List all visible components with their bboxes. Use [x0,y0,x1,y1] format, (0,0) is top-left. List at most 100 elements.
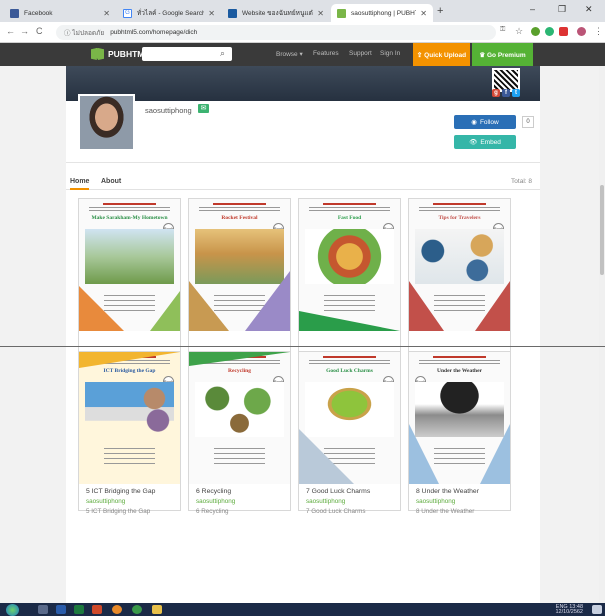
profile-panel: g f t saosuttiphong ✉ ◉ Follow 0 👁 Embed… [66,66,540,603]
publication-author[interactable]: saosuttiphong [86,498,176,505]
publication-title[interactable]: 7 Good Luck Charms [306,488,396,495]
cover-header [83,202,176,215]
key-icon[interactable]: ⚿ [500,26,505,34]
facebook-share-icon[interactable]: f [502,89,510,97]
extension-icon[interactable] [545,27,554,36]
scrollbar-thumb[interactable] [600,185,604,275]
new-tab-button[interactable]: + [437,5,443,17]
publication-title[interactable]: 8 Under the Weather [416,488,506,495]
embed-label: Embed [480,138,501,146]
browser-tab-facebook[interactable]: Facebook ✕ [4,4,116,22]
profile-username[interactable]: saosuttiphong [145,106,192,115]
start-icon[interactable] [6,604,19,616]
security-indicator[interactable]: ⓘ ไม่ปลอดภัย [64,27,104,38]
cover-title: ICT Bridging the Gap [103,368,156,374]
cover-corner [79,286,124,331]
cover-credits [104,444,155,468]
minimize-button[interactable]: – [530,4,535,14]
back-button[interactable]: ← [6,26,15,36]
maximize-button[interactable]: ❐ [558,4,566,15]
publication-author[interactable]: saosuttiphong [306,498,396,505]
nav-sign-in[interactable]: Sign In [380,50,400,57]
close-window-button[interactable]: ✕ [585,4,593,15]
cover-corner [245,271,290,331]
tab-about[interactable]: About [101,178,121,185]
cover-header [413,202,506,215]
publication-cover[interactable]: ICT Bridging the Gap Book 5 [79,352,180,484]
profile-tabs: Home About Total: 8 [66,175,540,190]
verified-icon: ✉ [198,104,209,113]
task-view-icon[interactable] [38,605,48,614]
publication-card[interactable]: Recycling Book 6 6 Recycling saosuttipho… [188,351,291,515]
close-icon[interactable]: ✕ [208,9,215,18]
publication-card[interactable]: Fast Food Book 3 [298,198,401,358]
address-bar[interactable]: ⓘ ไม่ปลอดภัย pubhtml5.com/homepage/dich [56,25,496,40]
publication-card[interactable]: Rocket Festival Book 2 [188,198,291,358]
follow-button[interactable]: ◉ Follow [454,115,516,129]
avatar[interactable] [78,94,135,151]
star-icon[interactable]: ☆ [515,26,523,37]
publication-info: 5 ICT Bridging the Gap saosuttiphong 5 I… [86,488,176,515]
word-icon[interactable] [56,605,66,614]
nav-features[interactable]: Features [313,50,339,57]
publication-card[interactable]: Tips for Travelers Book 4 [408,198,511,358]
firefox-icon[interactable] [112,605,122,614]
publication-cover[interactable]: Make Sarakham-My Hometown Book 1 [79,199,180,331]
follower-count: 0 [522,116,534,128]
clock-date[interactable]: 12/10/2562 [555,609,583,615]
notification-icon[interactable] [592,605,602,614]
publication-author[interactable]: saosuttiphong [416,498,506,505]
tab-title: ทั่วไลค์ - Google Search [137,10,205,17]
cover-title: Rocket Festival [221,215,258,221]
cover-title: Make Sarakham-My Hometown [91,215,168,221]
google-plus-icon[interactable]: g [492,89,500,97]
publication-info [416,335,506,338]
quick-upload-button[interactable]: ⇪ Quick Upload [413,43,470,66]
publication-card[interactable]: ICT Bridging the Gap Book 5 5 ICT Bridgi… [78,351,181,515]
twitter-icon[interactable]: t [512,89,520,97]
menu-icon[interactable]: ⋮ [594,26,603,37]
publication-cover[interactable]: Good Luck Charms Book 7 [299,352,400,484]
browser-tab-google[interactable]: G ทั่วไลค์ - Google Search ✕ [117,4,221,22]
extension-icon[interactable] [531,27,540,36]
publication-cover[interactable]: Recycling Book 6 [189,352,290,484]
browser-tab-website[interactable]: Website ของฉันทย์หนูแต๋ง ✕ [222,4,330,22]
forward-button[interactable]: → [20,26,29,36]
folder-icon[interactable] [152,605,162,614]
embed-button[interactable]: 👁 Embed [454,135,516,149]
publication-title[interactable]: 5 ICT Bridging the Gap [86,488,176,495]
page-scrollbar[interactable] [599,66,605,603]
browser-tab-strip: Facebook ✕ G ทั่วไลค์ - Google Search ✕ … [0,0,605,22]
search-icon[interactable]: ⌕ [220,48,225,59]
powerpoint-icon[interactable] [92,605,102,614]
close-icon[interactable]: ✕ [103,9,110,18]
nav-browse[interactable]: Browse ▾ [276,50,303,58]
tab-home[interactable]: Home [70,178,90,190]
publication-cover[interactable]: Fast Food Book 3 [299,199,400,331]
publication-cover[interactable]: Tips for Travelers Book 4 [409,199,510,331]
publication-card[interactable]: Make Sarakham-My Hometown Book 1 [78,198,181,358]
tab-title: Website ของฉันทย์หนูแต๋ง [242,10,314,17]
browser-tab-pubhtml5[interactable]: saosuttiphong | PUBHTML5 ✕ [331,4,433,22]
close-icon[interactable]: ✕ [317,9,324,18]
profile-avatar-icon[interactable] [577,27,586,36]
site-search-input[interactable]: ⌕ [142,47,232,61]
system-tray[interactable]: ENG 13:48 12/10/2562 [555,604,583,615]
cover-corner [299,429,354,484]
excel-icon[interactable] [74,605,84,614]
close-icon[interactable]: ✕ [420,9,427,18]
nav-support[interactable]: Support [349,50,372,57]
publication-info: 7 Good Luck Charms saosuttiphong 7 Good … [306,488,396,515]
go-premium-button[interactable]: ♛ Go Premium [472,43,533,66]
cover-title: Tips for Travelers [438,215,481,221]
chrome-icon[interactable] [132,605,142,614]
publication-cover[interactable]: Rocket Festival Book 2 [189,199,290,331]
publication-cover[interactable]: Under the Weather Book 8 [409,352,510,484]
publication-title[interactable]: 6 Recycling [196,488,286,495]
extension-icon[interactable] [559,27,568,36]
publication-card[interactable]: Good Luck Charms Book 7 7 Good Luck Char… [298,351,401,515]
cover-illustration [85,382,174,437]
publication-author[interactable]: saosuttiphong [196,498,286,505]
publication-card[interactable]: Under the Weather Book 8 8 Under the Wea… [408,351,511,515]
reload-button[interactable]: C [36,26,43,36]
